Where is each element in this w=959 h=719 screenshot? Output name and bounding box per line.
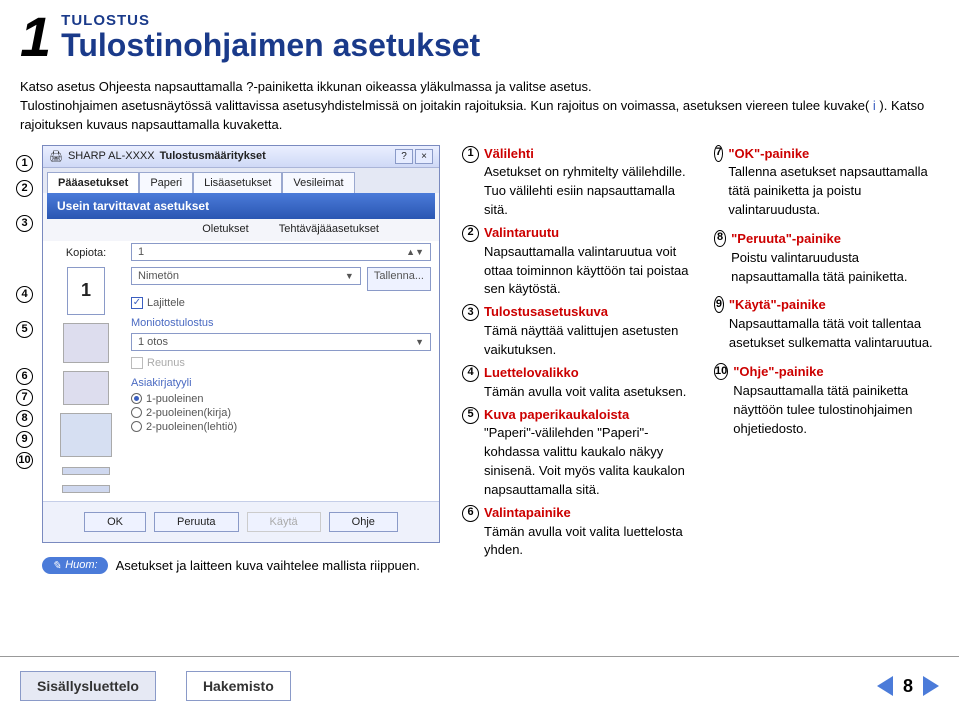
toc-button[interactable]: Sisällysluettelo [20, 671, 156, 701]
callout-5: 5 [16, 321, 33, 338]
cancel-button[interactable]: Peruuta [154, 512, 239, 532]
explanations-right: 7"OK"-painikeTallenna asetukset napsautt… [714, 145, 939, 574]
section-multishot: Moniotostulostus [131, 317, 431, 329]
close-icon[interactable]: × [415, 149, 433, 164]
section-docstyle: Asiakirjatyyli [131, 377, 431, 389]
radio-1sided[interactable] [131, 393, 142, 404]
callout-6: 6 [16, 368, 33, 385]
callout-8: 8 [16, 410, 33, 427]
explanations-mid: 1VälilehtiAsetukset on ryhmitelty välile… [462, 145, 702, 574]
chapter-number: 1 [20, 12, 51, 62]
strip-jobsettings: Tehtäväjääasetukset [279, 223, 379, 235]
tab-bar: Pääasetukset Paperi Lisäasetukset Vesile… [43, 168, 439, 193]
apply-button[interactable]: Käytä [247, 512, 321, 532]
tab-watermarks[interactable]: Vesileimat [282, 172, 354, 193]
copies-label: Kopiota: [66, 247, 106, 259]
copies-value-box: 1 [67, 267, 105, 315]
radio-2sided-tablet[interactable] [131, 421, 142, 432]
preset-dropdown[interactable]: Nimetön▼ [131, 267, 361, 285]
page-title: Tulostinohjaimen asetukset [61, 27, 939, 64]
dialog-app: SHARP AL-XXXX [68, 150, 155, 162]
note-text: Asetukset ja laitteen kuva vaihtelee mal… [116, 558, 420, 573]
dialog-title: Tulostusmääritykset [160, 150, 266, 162]
preview-thumb-1 [63, 323, 109, 363]
callout-1: 1 [16, 155, 33, 172]
section-banner: Usein tarvittavat asetukset [47, 193, 435, 219]
callout-3: 3 [16, 215, 33, 232]
tab-advanced[interactable]: Lisäasetukset [193, 172, 282, 193]
index-button[interactable]: Hakemisto [186, 671, 291, 701]
callout-4: 4 [16, 286, 33, 303]
border-label: Reunus [147, 357, 185, 369]
callout-number-stack: 1 2 3 4 5 6 7 8 9 10 [16, 155, 33, 469]
multishot-dropdown[interactable]: 1 otos▼ [131, 333, 431, 351]
collate-checkbox[interactable]: ✓ [131, 297, 143, 309]
callout-7: 7 [16, 389, 33, 406]
intro-paragraph: Katso asetus Ohjeesta napsauttamalla ?-p… [20, 78, 939, 135]
next-page-icon[interactable] [923, 676, 939, 696]
page-number: 8 [903, 676, 913, 697]
collate-label: Lajittele [147, 297, 185, 309]
printer-tray-1[interactable] [62, 467, 110, 475]
page-footer: Sisällysluettelo Hakemisto 8 [0, 656, 959, 719]
ok-button[interactable]: OK [84, 512, 146, 532]
prev-page-icon[interactable] [877, 676, 893, 696]
help-button[interactable]: Ohje [329, 512, 398, 532]
callout-2: 2 [16, 180, 33, 197]
copies-stepper[interactable]: 1▲▼ [131, 243, 431, 261]
tab-main[interactable]: Pääasetukset [47, 172, 139, 193]
dialog-help-button[interactable]: ? [395, 149, 413, 164]
tab-paper[interactable]: Paperi [139, 172, 193, 193]
callout-9: 9 [16, 431, 33, 448]
printer-image [60, 413, 112, 457]
printer-tray-2[interactable] [62, 485, 110, 493]
printer-driver-dialog: 🖨 SHARP AL-XXXX Tulostusmääritykset ? × … [42, 145, 440, 543]
border-checkbox[interactable] [131, 357, 143, 369]
radio-2sided-book[interactable] [131, 407, 142, 418]
strip-defaults: Oletukset [202, 223, 248, 235]
callout-10: 10 [16, 452, 33, 469]
preview-thumb-2 [63, 371, 109, 405]
note-badge: Huom: [42, 557, 108, 574]
save-button[interactable]: Tallenna... [367, 267, 431, 291]
